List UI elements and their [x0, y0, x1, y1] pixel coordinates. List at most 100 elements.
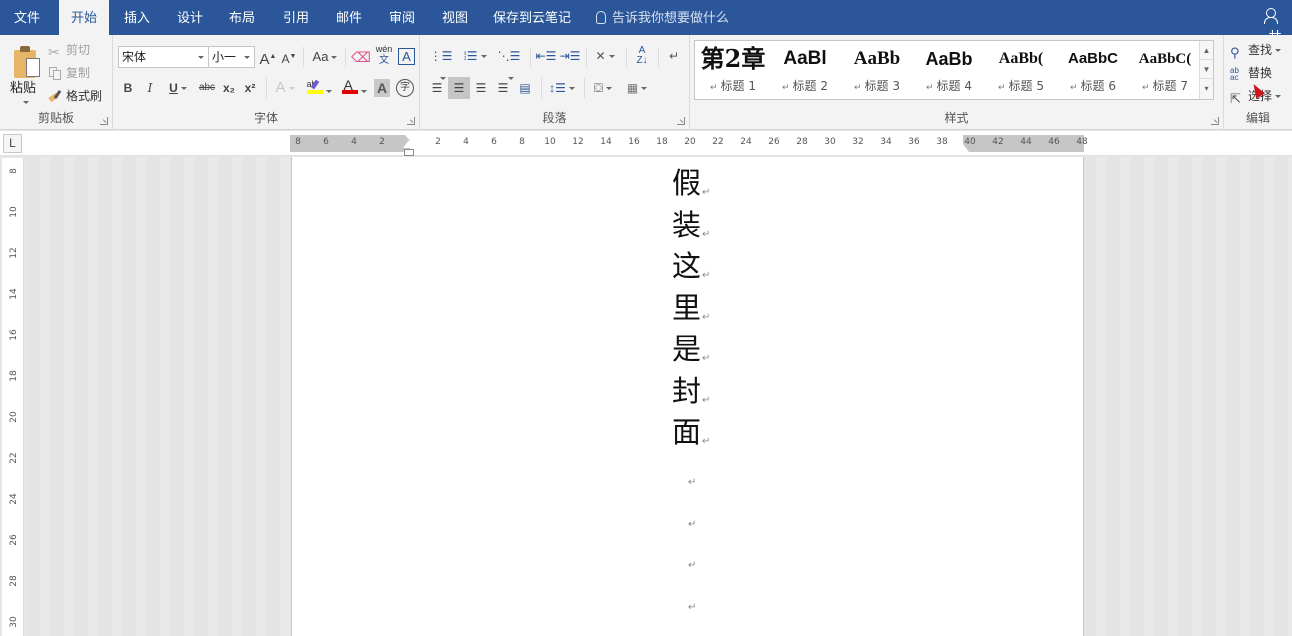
tab-review[interactable]: 审阅 — [378, 0, 426, 35]
strikethrough-button[interactable]: abc — [197, 77, 217, 99]
copy-button[interactable]: 复制 — [48, 64, 90, 81]
tab-layout[interactable]: 布局 — [218, 0, 266, 35]
tell-me-search[interactable]: 告诉我你想要做什么 — [596, 0, 729, 35]
show-hide-marks-button[interactable]: ↵ — [664, 45, 684, 67]
chinese-layout-button[interactable]: ✕ — [590, 45, 620, 67]
ruler-tick-label: 38 — [936, 137, 948, 147]
highlight-color-button[interactable]: ab — [303, 77, 335, 99]
horizontal-ruler[interactable]: 8 6 4 2 2 4 6 8 10 12 14 16 18 20 22 24 26 28 30 32 34 36 38 40… — [290, 132, 1088, 156]
ruler-tick-label: 8 — [519, 137, 525, 147]
format-painter-button[interactable]: 格式刷 — [48, 87, 102, 104]
font-dialog-launcher[interactable] — [407, 117, 415, 125]
document-paragraph[interactable]: 装↵ — [672, 208, 710, 252]
style-heading-5[interactable]: AaBb( ↵ 标题 5 — [985, 41, 1057, 99]
vertical-ruler[interactable]: 8 10 12 14 16 18 20 22 24 26 28 30 — [2, 158, 24, 636]
paste-button[interactable]: 粘贴 — [4, 39, 42, 109]
gallery-scroll-up-button[interactable]: ▲ — [1200, 41, 1213, 60]
document-paragraph[interactable]: 封↵ — [672, 374, 710, 418]
text-effects-button[interactable]: A — [271, 77, 299, 99]
tab-insert[interactable]: 插入 — [113, 0, 161, 35]
multilevel-list-button[interactable]: ⋱☰ — [494, 45, 524, 81]
numbering-button[interactable]: ⁞☰ — [460, 45, 490, 67]
paragraph-dialog-launcher[interactable] — [677, 117, 685, 125]
font-color-button[interactable]: A — [339, 77, 369, 99]
empty-paragraph-mark-icon[interactable]: ↵ — [688, 560, 696, 571]
align-right-button[interactable]: ☰ — [470, 77, 492, 99]
chevron-down-icon — [244, 56, 250, 59]
document-paragraph[interactable]: 面↵ — [672, 415, 710, 459]
first-line-indent-marker[interactable] — [403, 132, 415, 140]
empty-paragraph-mark-icon[interactable]: ↵ — [688, 477, 696, 488]
tab-save-to-cloud-notes[interactable]: 保存到云笔记 — [486, 0, 578, 35]
style-heading-3[interactable]: AaBb ↵ 标题 3 — [841, 41, 913, 99]
document-paragraph[interactable]: 是↵ — [672, 332, 710, 376]
font-name-combo[interactable]: 宋体 — [118, 46, 209, 68]
shrink-font-button[interactable]: A▼ — [280, 46, 298, 68]
phonetic-guide-button[interactable]: wén 文 — [374, 44, 394, 66]
enclose-characters-button[interactable]: 字 — [396, 79, 414, 97]
style-heading-6[interactable]: AaBbC ↵ 标题 6 — [1057, 41, 1129, 99]
chinese-layout-icon: ✕ — [595, 49, 606, 63]
document-paragraph[interactable]: 假↵ — [672, 166, 710, 210]
share-button[interactable]: 共 — [1264, 8, 1292, 45]
subscript-button[interactable]: x₂ — [221, 77, 237, 99]
strikethrough-icon: abc — [198, 82, 216, 93]
style-heading-2[interactable]: AaBl ↵ 标题 2 — [769, 41, 841, 99]
character-shading-button[interactable]: A — [374, 79, 390, 97]
document-paragraph[interactable]: 里↵ — [672, 291, 710, 335]
replace-button[interactable]: ab ac 替换 — [1230, 64, 1272, 82]
tab-home[interactable]: 开始 — [59, 0, 109, 35]
separator — [303, 47, 304, 67]
bold-button[interactable]: B — [121, 77, 135, 99]
distributed-button[interactable]: ▤ — [514, 77, 536, 99]
ruler-tick-label: 8 — [295, 137, 301, 147]
clear-formatting-button[interactable]: ⌫ — [351, 46, 371, 68]
align-center-icon: ☰ — [453, 81, 465, 95]
find-button[interactable]: ⚲ 查找 — [1230, 41, 1282, 60]
superscript-button[interactable]: x² — [242, 77, 258, 99]
style-heading-4[interactable]: AaBb ↵ 标题 4 — [913, 41, 985, 99]
shading-button[interactable]: ⛋ — [588, 77, 618, 99]
clipboard-dialog-launcher[interactable] — [100, 117, 108, 125]
line-spacing-button[interactable]: ↕☰ — [546, 77, 578, 99]
ruler-tick-label: 14 — [600, 137, 612, 147]
grow-font-button[interactable]: A▲ — [259, 46, 277, 68]
tab-design[interactable]: 设计 — [166, 0, 214, 35]
font-size-combo[interactable]: 小一 — [208, 46, 255, 68]
change-case-button[interactable]: Aa — [309, 46, 341, 68]
styles-dialog-launcher[interactable] — [1211, 117, 1219, 125]
tab-file[interactable]: 文件 — [0, 0, 54, 35]
style-heading-7[interactable]: AaBbC( ↵ 标题 7 — [1129, 41, 1201, 99]
paragraph-text: 假 — [672, 166, 702, 200]
hanging-indent-marker[interactable] — [403, 140, 415, 148]
separator — [584, 78, 585, 98]
decrease-indent-button[interactable]: ⇤☰ — [535, 45, 557, 67]
document-page[interactable]: 假↵ 装↵ 这↵ 里↵ 是↵ 封↵ 面↵ ↵ ↵ ↵ ↵ — [291, 157, 1084, 636]
left-indent-marker[interactable] — [404, 149, 414, 156]
tab-mailings[interactable]: 邮件 — [325, 0, 373, 35]
document-paragraph[interactable]: 这↵ — [672, 249, 710, 293]
tab-view[interactable]: 视图 — [431, 0, 479, 35]
italic-button[interactable]: I — [143, 77, 157, 99]
borders-button[interactable]: ▦ — [622, 77, 652, 99]
align-left-button[interactable]: ☰ — [426, 77, 448, 99]
right-indent-marker[interactable] — [957, 144, 969, 152]
clipboard-group: 粘贴 ✂ 剪切 复制 格式刷 剪贴板 — [0, 35, 113, 130]
bullets-button[interactable]: ⋮☰ — [426, 45, 456, 81]
underline-button[interactable]: U — [165, 77, 191, 99]
style-sample: 第2章 — [700, 44, 766, 73]
tab-references[interactable]: 引用 — [272, 0, 320, 35]
align-center-button[interactable]: ☰ — [448, 77, 470, 99]
character-border-button[interactable]: A — [398, 48, 415, 65]
sort-button[interactable]: A Z↓ — [632, 45, 652, 67]
style-heading-1[interactable]: 第2章 ↵ 标题 1 — [697, 41, 769, 99]
increase-indent-button[interactable]: ⇥☰ — [559, 45, 581, 67]
justify-button[interactable]: ☰ — [492, 77, 514, 99]
empty-paragraph-mark-icon[interactable]: ↵ — [688, 602, 696, 613]
gallery-scroll-down-button[interactable]: ▼ — [1200, 60, 1213, 79]
empty-paragraph-mark-icon[interactable]: ↵ — [688, 519, 696, 530]
cut-button[interactable]: ✂ 剪切 — [48, 41, 90, 60]
gallery-more-button[interactable]: ▾ — [1200, 79, 1213, 98]
ruler-tick-label: 10 — [544, 137, 556, 147]
tab-stop-selector[interactable]: L — [3, 134, 22, 153]
